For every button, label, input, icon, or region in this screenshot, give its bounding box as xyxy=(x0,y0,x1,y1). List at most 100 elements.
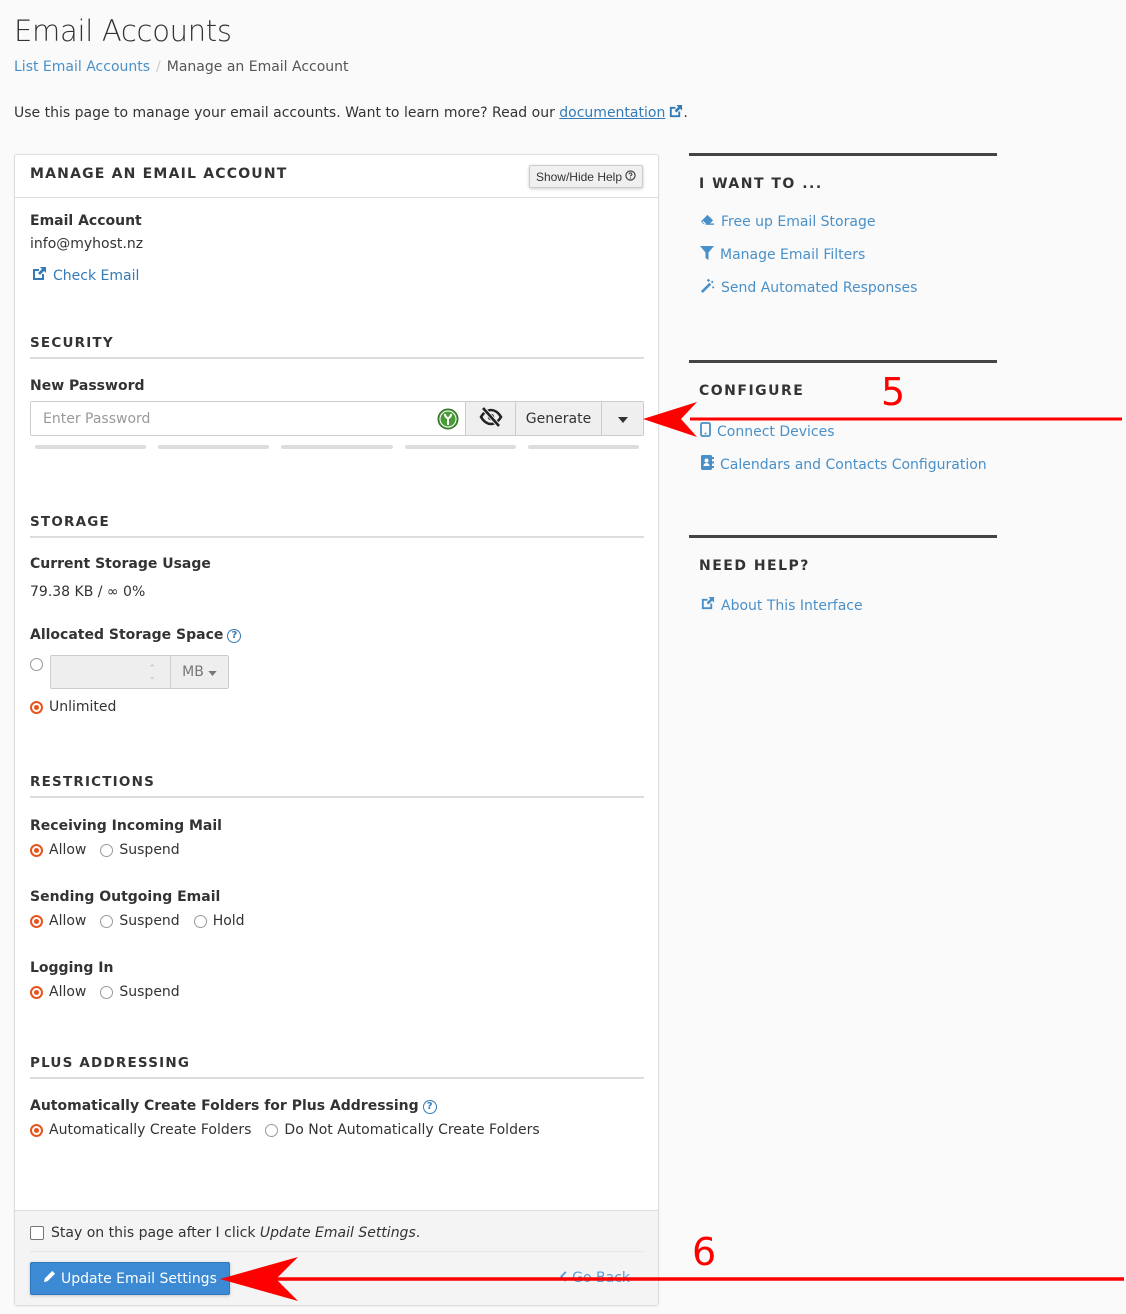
outgoing-suspend-radio[interactable]: Suspend xyxy=(100,913,180,929)
new-password-input[interactable] xyxy=(31,402,431,435)
show-hide-help-label: Show/Hide Help xyxy=(535,169,622,184)
unlimited-label: Unlimited xyxy=(49,699,117,715)
page-title: Email Accounts xyxy=(14,14,232,48)
documentation-link-label: documentation xyxy=(559,105,666,121)
caret-down-icon xyxy=(617,411,628,427)
sidebar-link-label: Connect Devices xyxy=(717,423,835,440)
restrictions-section-title: RESTRICTIONS xyxy=(30,774,644,798)
radio-label: Do Not Automatically Create Folders xyxy=(284,1122,540,1138)
help-icon[interactable]: ? xyxy=(422,1099,437,1114)
no-auto-create-folders-radio[interactable]: Do Not Automatically Create Folders xyxy=(265,1122,540,1138)
check-email-link[interactable]: Check Email xyxy=(31,266,139,286)
sidebar-link-about-interface[interactable]: About This Interface xyxy=(700,589,997,622)
eraser-icon xyxy=(700,213,715,230)
sidebar-section-need-help: NEED HELP? About This Interface xyxy=(689,535,997,622)
radio-dot xyxy=(30,985,43,999)
receiving-incoming-mail-options: Allow Suspend xyxy=(30,842,194,861)
eye-slash-icon xyxy=(478,406,503,431)
stay-on-page-label: Stay on this page after I click Update E… xyxy=(51,1225,420,1241)
generate-password-button[interactable]: Generate xyxy=(515,402,601,435)
login-suspend-radio[interactable]: Suspend xyxy=(100,984,180,1000)
radio-dot xyxy=(30,843,43,857)
toggle-password-visibility-button[interactable] xyxy=(465,402,515,435)
pencil-icon xyxy=(43,1270,56,1287)
strength-segment xyxy=(35,445,147,449)
logging-in-label: Logging In xyxy=(30,960,114,976)
radio-dot xyxy=(100,843,114,857)
filter-icon xyxy=(700,245,714,264)
login-allow-radio[interactable]: Allow xyxy=(30,984,86,1000)
help-icon[interactable]: ? xyxy=(227,628,242,643)
panel-title: MANAGE AN EMAIL ACCOUNT xyxy=(30,166,288,182)
sidebar-link-manage-filters[interactable]: Manage Email Filters xyxy=(700,238,997,271)
intro-end: . xyxy=(683,105,688,121)
stay-end: . xyxy=(415,1225,421,1241)
stay-text: Stay on this page after I click xyxy=(51,1225,260,1241)
radio-label: Automatically Create Folders xyxy=(49,1122,252,1138)
sidebar-link-label: Manage Email Filters xyxy=(720,246,866,263)
password-strength-icon xyxy=(431,402,465,435)
intro-text-body: Use this page to manage your email accou… xyxy=(14,105,560,121)
new-password-label: New Password xyxy=(30,378,145,394)
sidebar-section-title: CONFIGURE xyxy=(699,383,805,399)
sidebar-link-free-up-storage[interactable]: Free up Email Storage xyxy=(700,205,997,238)
breadcrumb-list-email-accounts[interactable]: List Email Accounts xyxy=(14,59,150,75)
sidebar-section-i-want-to: I WANT TO ... Free up Email Storage Mana… xyxy=(689,153,997,304)
sidebar-link-label: Free up Email Storage xyxy=(721,213,876,230)
email-account-value: info@myhost.nz xyxy=(30,236,144,252)
sidebar-link-connect-devices[interactable]: Connect Devices xyxy=(700,415,997,448)
auto-create-folders-radio[interactable]: Automatically Create Folders xyxy=(30,1122,251,1138)
chevron-left-icon xyxy=(560,1270,568,1286)
breadcrumb-separator: / xyxy=(156,59,161,75)
plus-addressing-section-title: PLUS ADDRESSING xyxy=(30,1055,644,1079)
sidebar-link-calendars-contacts[interactable]: Calendars and Contacts Configuration xyxy=(700,448,997,481)
current-storage-usage-label: Current Storage Usage xyxy=(30,556,211,572)
radio-dot xyxy=(30,700,43,714)
external-link-icon xyxy=(700,596,715,615)
sidebar-section-configure: CONFIGURE Connect Devices Calendars and … xyxy=(689,360,997,481)
documentation-link[interactable]: documentation xyxy=(559,105,665,121)
strength-segment xyxy=(527,445,640,449)
breadcrumb: List Email Accounts / Manage an Email Acco… xyxy=(14,59,349,75)
update-email-settings-button[interactable]: Update Email Settings xyxy=(30,1262,230,1295)
strength-segment xyxy=(281,445,393,449)
incoming-allow-radio[interactable]: Allow xyxy=(30,842,86,858)
quota-input-group: ⌃ ⌄ MB xyxy=(50,655,229,689)
plus-addressing-label-text: Automatically Create Folders for Plus Ad… xyxy=(30,1098,419,1114)
question-circle-icon xyxy=(625,169,636,184)
radio-label: Hold xyxy=(212,913,245,929)
spinner-icon: ⌃ ⌄ xyxy=(148,664,156,682)
sending-outgoing-email-options: Allow Suspend Hold xyxy=(30,913,259,932)
show-hide-help-button[interactable]: Show/Hide Help xyxy=(528,165,643,188)
quota-unit-value: MB xyxy=(182,664,204,680)
outgoing-allow-radio[interactable]: Allow xyxy=(30,913,86,929)
go-back-link[interactable]: Go Back xyxy=(560,1270,630,1286)
sidebar-section-title: NEED HELP? xyxy=(699,558,810,574)
incoming-suspend-radio[interactable]: Suspend xyxy=(100,842,180,858)
radio-dot xyxy=(30,658,43,671)
radio-dot xyxy=(265,1123,279,1137)
magic-wand-icon xyxy=(700,278,715,297)
stay-on-page-checkbox[interactable]: Stay on this page after I click Update E… xyxy=(30,1225,420,1241)
panel-footer: Stay on this page after I click Update E… xyxy=(15,1210,658,1305)
annotation-number-6: 6 xyxy=(692,1230,717,1274)
stay-em: Update Email Settings xyxy=(259,1225,416,1241)
check-email-label: Check Email xyxy=(53,268,140,284)
radio-label: Suspend xyxy=(119,842,180,858)
current-storage-usage-value: 79.38 KB / ∞ 0% xyxy=(30,584,146,600)
address-book-icon xyxy=(700,455,714,474)
password-options-dropdown[interactable] xyxy=(601,402,643,435)
sending-outgoing-email-label: Sending Outgoing Email xyxy=(30,889,221,905)
outgoing-hold-radio[interactable]: Hold xyxy=(193,913,245,929)
quota-unit-select[interactable]: MB xyxy=(170,656,228,688)
sidebar-link-autoresponders[interactable]: Send Automated Responses xyxy=(700,271,997,304)
plus-addressing-label: Automatically Create Folders for Plus Ad… xyxy=(30,1098,437,1114)
quota-limited-radio[interactable] xyxy=(30,658,43,671)
quota-unlimited-radio[interactable]: Unlimited xyxy=(30,699,116,715)
password-input-group: Generate xyxy=(30,401,644,436)
sidebar-section-title: I WANT TO ... xyxy=(699,176,823,192)
panel-header: MANAGE AN EMAIL ACCOUNT Show/Hide Help xyxy=(15,155,658,198)
breadcrumb-current: Manage an Email Account xyxy=(166,59,349,75)
quota-number-input[interactable]: ⌃ ⌄ xyxy=(51,656,170,688)
radio-label: Allow xyxy=(49,913,87,929)
